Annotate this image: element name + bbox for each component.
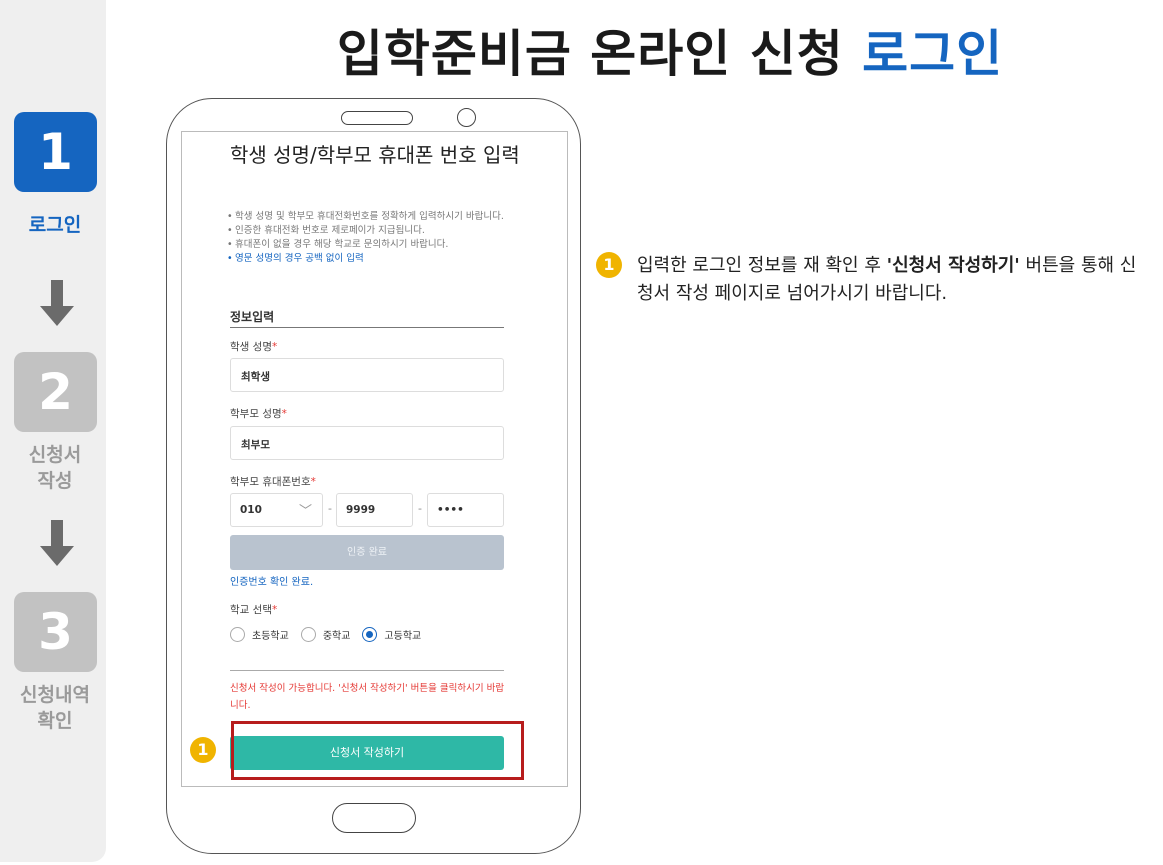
divider [230, 670, 504, 671]
phone-separator: - [328, 502, 332, 515]
phone-separator: - [418, 502, 422, 515]
step-sidebar: 1 로그인 2 신청서 작성 3 신청내역 확인 [0, 0, 106, 862]
guide-bold-text: '신청서 작성하기' [886, 255, 1020, 276]
note-item: 영문 성명의 경우 공백 없이 입력 [227, 252, 527, 266]
phone-camera-icon [457, 108, 476, 127]
note-item: 학생 성명 및 학부모 휴대전화번호를 정확하게 입력하시기 바랍니다. [227, 210, 527, 224]
step-1-number: 1 [14, 112, 97, 192]
phone-screen: 학생 성명/학부모 휴대폰 번호 입력 학생 성명 및 학부모 휴대전화번호를 … [181, 131, 568, 787]
radio-middle[interactable] [300, 626, 316, 642]
arrow-down-icon [40, 520, 74, 566]
radio-label: 초등학교 [252, 630, 289, 642]
parent-name-label: 학부모 성명* [230, 408, 287, 420]
student-name-label: 학생 성명* [230, 341, 278, 353]
page-title-accent: 로그인 [862, 25, 1004, 83]
phone-prefix-select[interactable]: 010 ﹀ [230, 493, 323, 527]
note-item: 휴대폰이 없을 경우 해당 학교로 문의하시기 바랍니다. [227, 238, 527, 252]
radio-elementary[interactable] [230, 626, 245, 642]
form-notes: 학생 성명 및 학부모 휴대전화번호를 정확하게 입력하시기 바랍니다. 인증한… [227, 210, 527, 266]
phone-last-input[interactable]: •••• [427, 493, 504, 527]
divider [230, 327, 504, 328]
chevron-down-icon: ﹀ [298, 504, 312, 519]
radio-label: 중학교 [322, 630, 351, 642]
form-title: 학생 성명/학부모 휴대폰 번호 입력 [230, 143, 520, 167]
step-3-label: 신청내역 확인 [20, 684, 90, 732]
arrow-down-icon [40, 280, 74, 326]
school-label: 학교 선택* [230, 604, 278, 616]
step-2-number: 2 [14, 352, 97, 432]
parent-name-input[interactable]: 최부모 [230, 426, 504, 460]
guide-marker-icon: 1 [596, 252, 622, 278]
guide-text: 입력한 로그인 정보를 재 확인 후 '신청서 작성하기' 버튼을 통해 신청서… [637, 255, 1137, 304]
phone-speaker [341, 111, 413, 125]
warning-message: 신청서 작성이 가능합니다. '신청서 작성하기' 버튼을 클릭하시기 바랍니다… [230, 683, 505, 711]
step-2-label: 신청서 작성 [28, 444, 82, 492]
submit-highlight-box [231, 721, 524, 780]
verify-message: 인증번호 확인 완료. [230, 577, 314, 588]
student-name-input[interactable]: 최학생 [230, 358, 504, 392]
phone-middle-input[interactable]: 9999 [336, 493, 413, 527]
radio-high[interactable] [362, 626, 378, 642]
phone-home-button [332, 803, 416, 833]
page-title: 입학준비금 온라인 신청 로그인 [200, 14, 1140, 86]
radio-label: 고등학교 [384, 630, 422, 642]
page-title-main: 입학준비금 온라인 신청 [336, 25, 844, 83]
note-item: 인증한 휴대전화 번호로 제로페이가 지급됩니다. [227, 224, 527, 238]
step-1-label: 로그인 [28, 214, 82, 236]
school-radio-group: 초등학교 중학교 고등학교 [230, 626, 433, 642]
phone-label: 학부모 휴대폰번호* [230, 476, 316, 488]
step-marker-icon: 1 [190, 737, 216, 763]
section-title: 정보입력 [230, 310, 275, 324]
step-3-number: 3 [14, 592, 97, 672]
verify-button[interactable]: 인증 완료 [230, 535, 504, 570]
